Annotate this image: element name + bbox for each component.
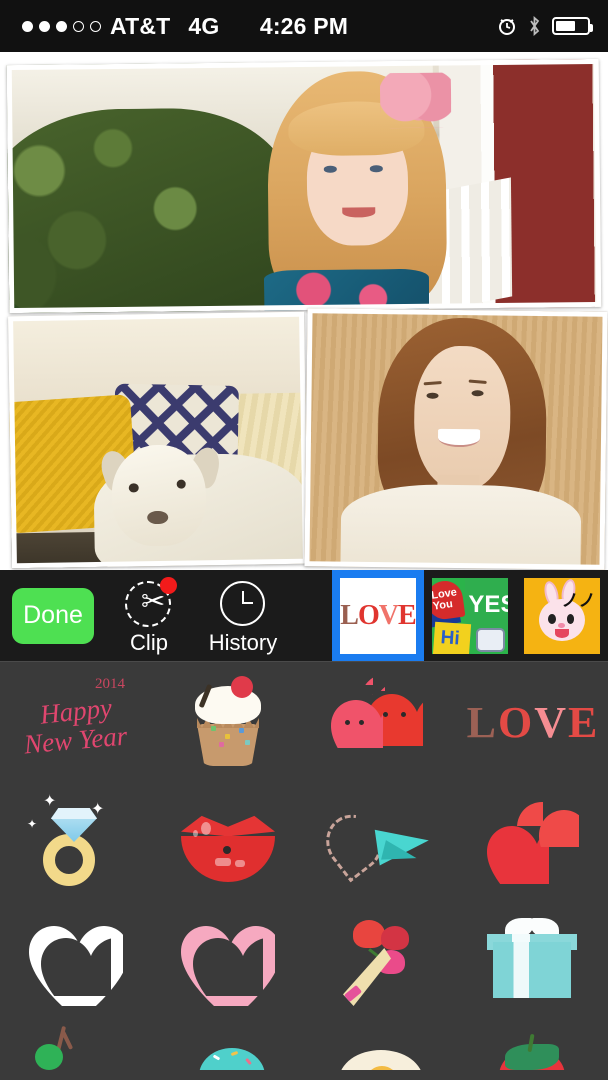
signal-strength-icon bbox=[22, 20, 101, 32]
pack-love-letter-l: L bbox=[340, 599, 359, 631]
flower-bouquet-icon bbox=[325, 912, 435, 1012]
sticker-grid-panel[interactable]: 2014 Happy New Year L O V E ✦ ✦ ✦ bbox=[0, 662, 608, 1080]
cherries-icon bbox=[21, 1022, 131, 1070]
sticker-happy-new-year[interactable]: 2014 Happy New Year bbox=[0, 662, 152, 782]
sticker-kiss-lips[interactable] bbox=[152, 782, 304, 902]
sticker-pack-love-thumbnail: L O V E bbox=[340, 577, 416, 654]
sticker-pack-yes-thumbnail: YES Love You Hi bbox=[432, 577, 508, 654]
sticker-donut[interactable] bbox=[152, 1022, 304, 1070]
scissors-icon: ✂ bbox=[125, 577, 177, 627]
heart-outline-pink-icon bbox=[173, 912, 283, 1012]
clip-label: Clip bbox=[130, 630, 168, 655]
status-bar: AT&T 4G 4:26 PM bbox=[0, 0, 608, 52]
photo-dog[interactable]: White dog on couch with pillows bbox=[8, 311, 308, 569]
sticker-heart-couple[interactable] bbox=[304, 662, 456, 782]
paper-plane-icon bbox=[314, 792, 435, 892]
sticker-cupcake[interactable] bbox=[152, 662, 304, 782]
gift-box-icon bbox=[477, 912, 587, 1012]
sticker-gift-box[interactable] bbox=[456, 902, 608, 1022]
history-tool-button[interactable]: History bbox=[196, 570, 290, 661]
done-button[interactable]: Done bbox=[12, 587, 94, 644]
sticker-pack-love[interactable]: L O V E bbox=[332, 570, 424, 661]
battery-icon bbox=[552, 17, 593, 35]
photo-woman[interactable]: Smiling woman in white top bbox=[304, 308, 608, 570]
motion-lines-icon: ノノ bbox=[561, 591, 596, 611]
love-letter-v: V bbox=[534, 697, 567, 747]
sticker-heart-egg[interactable] bbox=[304, 1022, 456, 1070]
bluetooth-icon bbox=[530, 16, 540, 36]
donut-icon bbox=[173, 1022, 283, 1070]
done-button-wrap: Done bbox=[0, 570, 102, 661]
photo-girl[interactable]: Young girl with pink bow outdoors bbox=[6, 58, 602, 314]
hny-year: 2014 bbox=[95, 676, 125, 692]
sticker-flower-bouquet[interactable] bbox=[304, 902, 456, 1022]
cupcake-icon bbox=[173, 672, 283, 772]
love-letter-l: L bbox=[466, 697, 496, 747]
editor-toolbar: Done ✂ Clip History L O V E YE Love You … bbox=[0, 570, 608, 662]
pack-love-letter-o: O bbox=[357, 599, 380, 631]
heart-egg-icon bbox=[325, 1022, 435, 1070]
pack-hi-word: Hi bbox=[439, 627, 460, 650]
three-hearts-icon bbox=[477, 792, 587, 892]
love-letter-e: E bbox=[568, 697, 598, 747]
network-type-label: 4G bbox=[188, 12, 220, 39]
heart-couple-icon bbox=[325, 672, 435, 772]
status-left: AT&T 4G bbox=[0, 13, 220, 40]
clip-notification-badge bbox=[160, 577, 177, 594]
sticker-pack-rabbit-thumbnail: ノノ bbox=[524, 577, 600, 654]
sticker-heart-outline-pink[interactable] bbox=[152, 902, 304, 1022]
status-right bbox=[497, 16, 608, 36]
carrier-label: AT&T bbox=[110, 12, 171, 39]
history-label: History bbox=[208, 630, 278, 655]
sticker-love-text[interactable]: L O V E bbox=[456, 662, 608, 782]
heart-outline-white-icon bbox=[21, 912, 131, 1012]
speech-bubble-icon bbox=[476, 627, 505, 652]
pack-yes-word: YES bbox=[468, 590, 508, 618]
hny-line2: New Year bbox=[23, 720, 129, 760]
photo-collage[interactable]: Young girl with pink bow outdoors White … bbox=[0, 52, 608, 570]
sticker-grid: 2014 Happy New Year L O V E ✦ ✦ ✦ bbox=[0, 662, 608, 1070]
diamond-ring-icon: ✦ ✦ ✦ bbox=[21, 792, 131, 892]
sticker-pack-yes[interactable]: YES Love You Hi bbox=[424, 570, 516, 661]
love-letter-o: O bbox=[498, 697, 533, 747]
sticker-three-hearts[interactable] bbox=[456, 782, 608, 902]
apple-icon bbox=[477, 1022, 587, 1070]
clock-icon bbox=[219, 579, 267, 627]
sticker-heart-outline-white[interactable] bbox=[0, 902, 152, 1022]
clip-tool-button[interactable]: ✂ Clip bbox=[102, 570, 196, 661]
sticker-pack-rabbit[interactable]: ノノ bbox=[516, 570, 608, 661]
pack-love-letter-v: V bbox=[378, 599, 399, 631]
pack-love-letter-e: E bbox=[398, 599, 416, 631]
sticker-paper-plane[interactable] bbox=[304, 782, 456, 902]
sticker-diamond-ring[interactable]: ✦ ✦ ✦ bbox=[0, 782, 152, 902]
sticker-cherries[interactable] bbox=[0, 1022, 152, 1070]
sticker-pack-tabs: L O V E YES Love You Hi bbox=[332, 570, 608, 661]
sticker-apple[interactable] bbox=[456, 1022, 608, 1070]
alarm-clock-icon bbox=[499, 19, 515, 35]
phone-screen: AT&T 4G 4:26 PM Done ✂ Clip History L O … bbox=[0, 0, 608, 1080]
kiss-lips-icon bbox=[173, 792, 283, 892]
pack-loveyou-word: Love You bbox=[432, 586, 459, 613]
